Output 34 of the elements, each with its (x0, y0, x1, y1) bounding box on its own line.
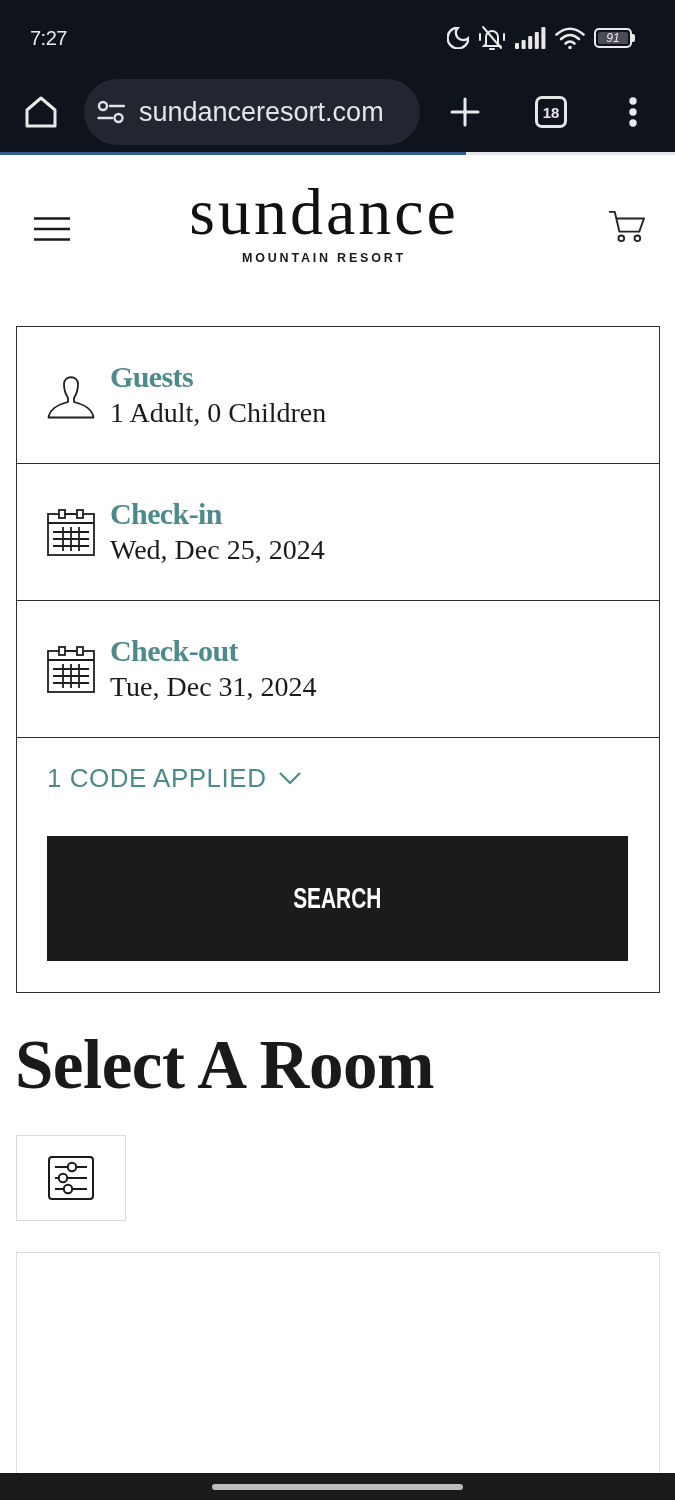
logo-wordmark[interactable]: sundance (189, 179, 459, 245)
address-bar[interactable]: sundanceresort.com (84, 79, 420, 145)
menu-icon[interactable] (34, 216, 70, 241)
promo-code-toggle[interactable]: 1 CODE APPLIED (47, 760, 303, 796)
signal-icon (515, 27, 546, 49)
field-value: Tue, Dec 31, 2024 (110, 670, 317, 704)
booking-field[interactable]: Guests 1 Adult, 0 Children (17, 327, 659, 464)
wifi-icon (555, 26, 585, 50)
calendar-icon (47, 645, 95, 693)
search-button[interactable]: SEARCH (47, 836, 628, 961)
gesture-handle[interactable] (212, 1483, 463, 1490)
calendar-icon (47, 508, 95, 556)
tab-count-button[interactable]: 18 (535, 96, 567, 128)
url-text: sundanceresort.com (139, 96, 384, 128)
booking-field[interactable]: Check-in Wed, Dec 25, 2024 (17, 464, 659, 601)
booking-field[interactable]: Check-out Tue, Dec 31, 2024 (17, 601, 659, 738)
clock-time: 7:27 (30, 26, 67, 50)
sliders-icon (48, 1156, 94, 1200)
field-value: 1 Adult, 0 Children (110, 396, 327, 430)
battery-indicator: 91 (594, 28, 635, 48)
section-heading: Select A Room (15, 1026, 434, 1105)
home-icon[interactable] (24, 95, 58, 129)
moon-icon (447, 27, 469, 49)
field-value: Wed, Dec 25, 2024 (110, 533, 325, 567)
tune-icon[interactable] (97, 100, 125, 124)
field-label: Guests (110, 359, 195, 395)
muted-bell-icon (478, 25, 506, 51)
cart-icon[interactable] (608, 208, 646, 243)
dots-menu-icon[interactable] (629, 97, 637, 127)
logo-tagline: MOUNTAIN RESORT (242, 251, 406, 266)
field-label: Check-in (110, 496, 223, 532)
plus-icon[interactable] (450, 97, 480, 127)
filter-button[interactable] (16, 1135, 126, 1221)
field-label: Check-out (110, 633, 240, 669)
